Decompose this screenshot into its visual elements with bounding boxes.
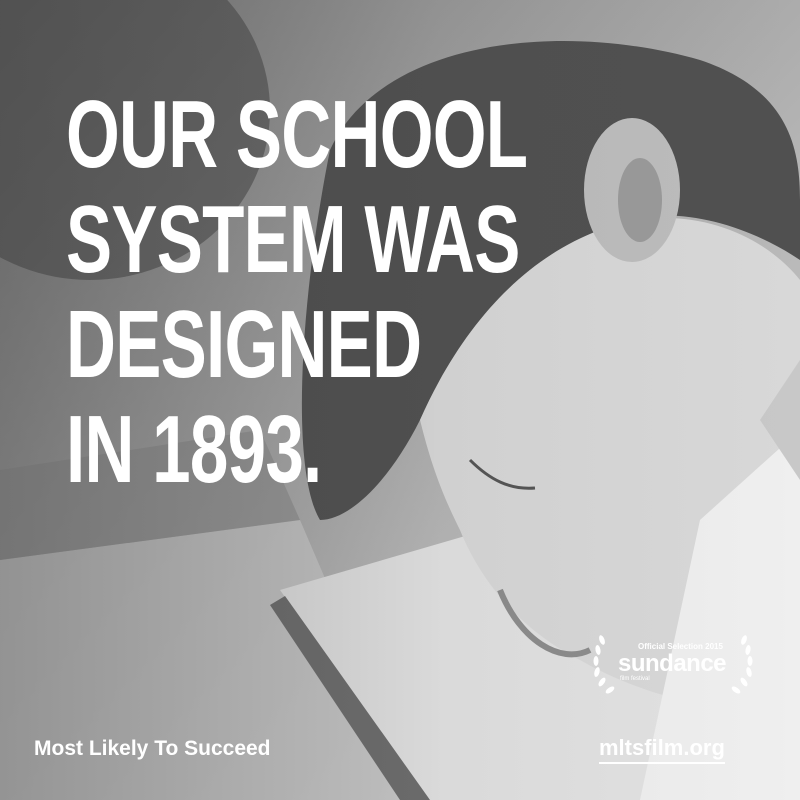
sundance-laurel: Official Selection 2015 sundance film fe… (588, 628, 758, 700)
headline-line-1: OUR SCHOOL (66, 81, 528, 188)
laurel-festival-subtext: film festival (620, 676, 650, 682)
website-link[interactable]: mltsfilm.org (599, 735, 725, 764)
headline: OUR SCHOOL SYSTEM WAS DESIGNED IN 1893. (66, 82, 613, 502)
headline-line-4: IN 1893. (66, 396, 322, 503)
poster: OUR SCHOOL SYSTEM WAS DESIGNED IN 1893. (0, 0, 800, 800)
film-title: Most Likely To Succeed (34, 737, 271, 760)
headline-line-2: SYSTEM WAS (66, 186, 520, 293)
laurel-festival-name: sundance (618, 650, 727, 677)
headline-line-3: DESIGNED (66, 291, 422, 398)
